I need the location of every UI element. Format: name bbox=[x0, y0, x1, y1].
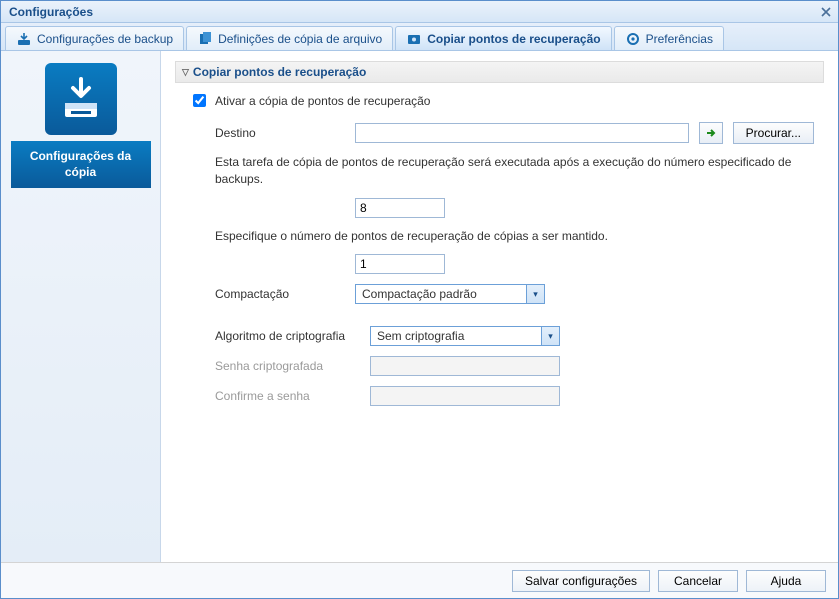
keep-count-input[interactable] bbox=[355, 254, 445, 274]
chevron-down-icon: ▾ bbox=[526, 285, 544, 303]
tab-label: Definições de cópia de arquivo bbox=[218, 32, 382, 46]
crypto-algorithm-select[interactable]: Sem criptografia ▾ bbox=[370, 326, 560, 346]
enable-copy-checkbox[interactable] bbox=[193, 94, 206, 107]
footer: Salvar configurações Cancelar Ajuda bbox=[1, 562, 838, 598]
backup-count-input[interactable] bbox=[355, 198, 445, 218]
disk-download-icon bbox=[16, 31, 32, 47]
compression-label: Compactação bbox=[215, 287, 345, 301]
chevron-down-icon: ▾ bbox=[541, 327, 559, 345]
tab-preferences[interactable]: Preferências bbox=[614, 26, 724, 50]
tab-file-copy-settings[interactable]: Definições de cópia de arquivo bbox=[186, 26, 393, 50]
content-panel: ▽ Copiar pontos de recuperação Ativar a … bbox=[161, 51, 838, 562]
gear-icon bbox=[625, 31, 641, 47]
copy-settings-icon bbox=[45, 63, 117, 135]
close-icon[interactable] bbox=[818, 4, 834, 20]
help-button[interactable]: Ajuda bbox=[746, 570, 826, 592]
browse-button[interactable]: Procurar... bbox=[733, 122, 814, 144]
recovery-point-icon bbox=[406, 31, 422, 47]
enable-copy-label: Ativar a cópia de pontos de recuperação bbox=[215, 94, 430, 108]
destination-label: Destino bbox=[215, 126, 345, 140]
window-title: Configurações bbox=[9, 5, 93, 19]
chevron-down-icon: ▽ bbox=[182, 67, 189, 78]
destination-input[interactable] bbox=[355, 123, 689, 143]
cancel-button[interactable]: Cancelar bbox=[658, 570, 738, 592]
compression-select[interactable]: Compactação padrão ▾ bbox=[355, 284, 545, 304]
files-icon bbox=[197, 31, 213, 47]
window-body: Configurações da cópia ▽ Copiar pontos d… bbox=[1, 51, 838, 562]
compression-value: Compactação padrão bbox=[356, 287, 526, 301]
crypto-algorithm-value: Sem criptografia bbox=[371, 329, 541, 343]
section-title: Copiar pontos de recuperação bbox=[193, 65, 366, 79]
save-button[interactable]: Salvar configurações bbox=[512, 570, 650, 592]
settings-window: Configurações Configurações de backup De… bbox=[0, 0, 839, 599]
tab-label: Configurações de backup bbox=[37, 32, 173, 46]
tab-bar: Configurações de backup Definições de có… bbox=[1, 23, 838, 51]
confirm-password-label: Confirme a senha bbox=[215, 389, 360, 403]
password-input bbox=[370, 356, 560, 376]
form-area: Destino Procurar... Esta tarefa de cópia… bbox=[215, 122, 814, 406]
confirm-password-input bbox=[370, 386, 560, 406]
sidebar: Configurações da cópia bbox=[1, 51, 161, 562]
tab-backup-settings[interactable]: Configurações de backup bbox=[5, 26, 184, 50]
section-header[interactable]: ▽ Copiar pontos de recuperação bbox=[175, 61, 824, 83]
crypto-algorithm-label: Algoritmo de criptografia bbox=[215, 329, 360, 343]
task-description: Esta tarefa de cópia de pontos de recupe… bbox=[215, 154, 814, 188]
titlebar: Configurações bbox=[1, 1, 838, 23]
password-label: Senha criptografada bbox=[215, 359, 360, 373]
keep-description: Especifique o número de pontos de recupe… bbox=[215, 228, 814, 245]
tab-label: Preferências bbox=[646, 32, 713, 46]
go-arrow-button[interactable] bbox=[699, 122, 723, 144]
tab-copy-recovery-points[interactable]: Copiar pontos de recuperação bbox=[395, 26, 611, 50]
tab-label: Copiar pontos de recuperação bbox=[427, 32, 600, 46]
sidebar-item-copy-settings[interactable]: Configurações da cópia bbox=[11, 141, 151, 188]
